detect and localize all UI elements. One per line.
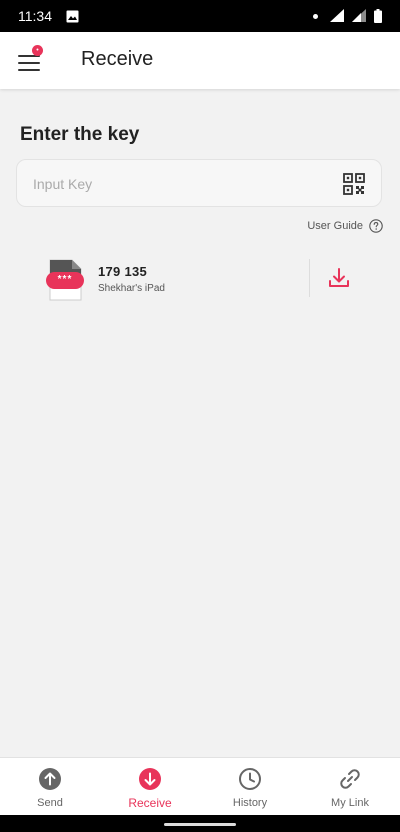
enter-key-heading: Enter the key [20,124,140,145]
sender-device: Shekhar's iPad [98,283,165,294]
battery-icon [374,9,382,23]
nav-receive[interactable]: Receive [100,758,200,816]
signal-icon [352,9,366,22]
system-gesture-bar [0,815,400,832]
notification-dot-icon [313,13,318,19]
link-icon [340,769,360,789]
nav-my-link[interactable]: My Link [300,758,400,816]
user-guide-link[interactable]: User Guide [307,219,383,233]
divider [309,259,310,297]
received-key: 179 135 [98,264,148,279]
page-title: Receive [81,48,154,70]
status-bar: 11:34 [0,0,400,32]
wifi-icon [330,9,344,22]
nav-my-link-label: My Link [331,797,369,809]
home-gesture-handle[interactable] [164,823,236,826]
key-input-box [16,159,382,208]
clock-icon [239,768,261,790]
notification-badge: • [32,45,43,56]
bottom-navigation: Send Receive History My Link [0,757,400,816]
user-guide-label: User Guide [307,220,363,232]
nav-send[interactable]: Send [0,758,100,816]
nav-history[interactable]: History [200,758,300,816]
download-icon[interactable] [327,266,351,290]
app-bar: • Receive [0,32,400,89]
list-item[interactable]: *** 179 135 Shekhar's iPad [0,250,400,310]
menu-button[interactable]: • [14,45,44,76]
qr-scan-icon[interactable] [343,173,365,195]
receive-arrow-down-icon [139,768,161,790]
clock: 11:34 [18,8,52,24]
nav-send-label: Send [37,797,63,809]
help-icon [369,219,383,233]
key-input[interactable] [31,160,335,208]
image-notification-icon [66,10,79,22]
file-badge: *** [57,274,73,285]
send-arrow-up-icon [39,768,61,790]
nav-history-label: History [232,797,268,809]
nav-receive-label: Receive [128,796,172,810]
